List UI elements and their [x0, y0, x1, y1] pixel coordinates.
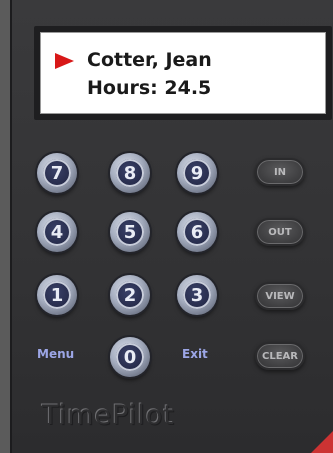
- key-9[interactable]: 9: [177, 153, 217, 193]
- timeclock-device: Cotter, Jean Hours: 24.5 7 8 9 IN 4 5 6 …: [10, 0, 333, 453]
- view-button[interactable]: VIEW: [255, 282, 305, 310]
- key-0[interactable]: 0: [110, 337, 150, 377]
- key-4[interactable]: 4: [37, 212, 77, 252]
- key-3[interactable]: 3: [177, 275, 217, 315]
- hours-readout: Hours: 24.5: [87, 77, 212, 99]
- corner-accent: [311, 431, 333, 453]
- key-1[interactable]: 1: [37, 275, 77, 315]
- key-7[interactable]: 7: [37, 153, 77, 193]
- exit-label[interactable]: Exit: [182, 347, 208, 361]
- brand-logo: TimePilot: [42, 400, 175, 431]
- out-button[interactable]: OUT: [255, 218, 305, 246]
- pointer-arrow-icon: [55, 53, 74, 69]
- key-2[interactable]: 2: [110, 275, 150, 315]
- menu-label[interactable]: Menu: [37, 347, 74, 361]
- clear-button[interactable]: CLEAR: [255, 342, 305, 370]
- key-8[interactable]: 8: [110, 153, 150, 193]
- key-6[interactable]: 6: [177, 212, 217, 252]
- employee-name: Cotter, Jean: [87, 49, 212, 71]
- in-button[interactable]: IN: [255, 158, 305, 186]
- key-5[interactable]: 5: [110, 212, 150, 252]
- lcd-display: Cotter, Jean Hours: 24.5: [40, 32, 326, 114]
